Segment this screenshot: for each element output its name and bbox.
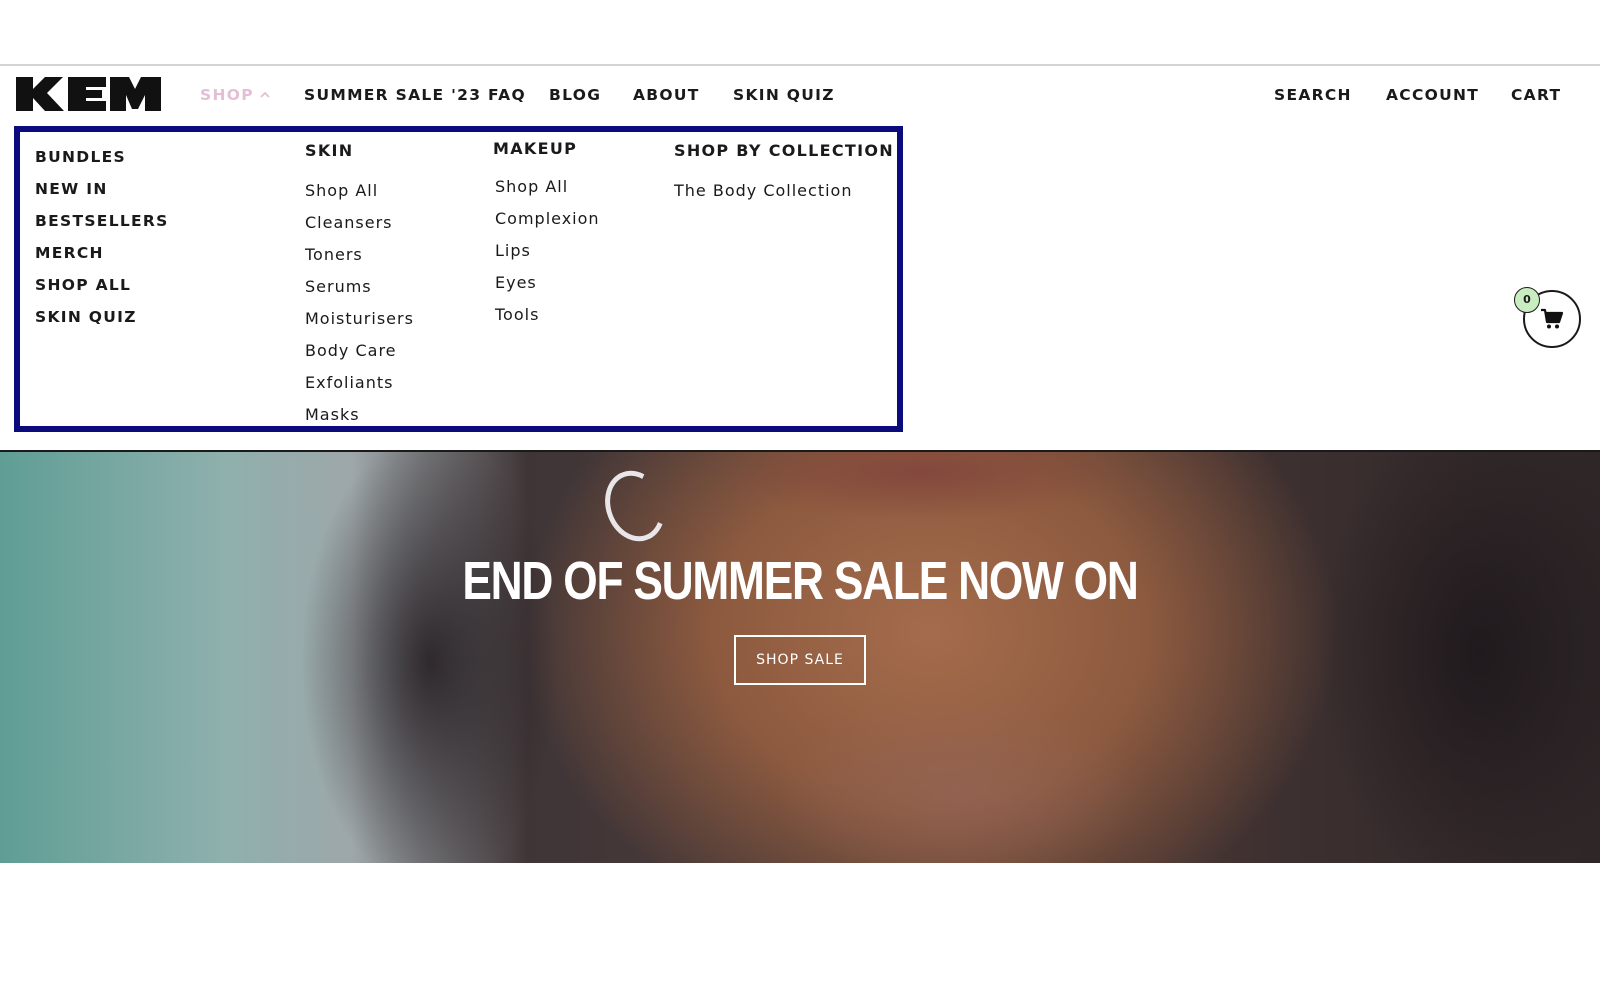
menu-link-shop-all[interactable]: SHOP ALL — [35, 274, 169, 306]
hero-banner: END OF SUMMER SALE NOW ON SHOP SALE — [0, 452, 1600, 863]
collection-column: SHOP BY COLLECTION The Body Collection — [674, 140, 894, 212]
skin-heading: SKIN — [305, 141, 354, 160]
skin-link-serums[interactable]: Serums — [305, 276, 414, 308]
hero-photo-earring — [595, 462, 675, 550]
nav-blog[interactable]: BLOG — [549, 83, 601, 107]
skin-link-exfoliants[interactable]: Exfoliants — [305, 372, 414, 404]
skin-link-moisturisers[interactable]: Moisturisers — [305, 308, 414, 340]
menu-link-skin-quiz[interactable]: SKIN QUIZ — [35, 306, 169, 338]
makeup-link-lips[interactable]: Lips — [495, 240, 600, 272]
skin-link-masks[interactable]: Masks — [305, 404, 414, 436]
cart-icon — [1541, 308, 1564, 329]
nav-about[interactable]: ABOUT — [633, 83, 700, 107]
nav-search[interactable]: SEARCH — [1274, 83, 1352, 107]
nav-skin-quiz[interactable]: SKIN QUIZ — [733, 83, 835, 107]
hero-photo-shade-left — [300, 452, 560, 863]
kem-logo[interactable] — [16, 77, 161, 111]
menu-link-bestsellers[interactable]: BESTSELLERS — [35, 210, 169, 242]
skin-link-body-care[interactable]: Body Care — [305, 340, 414, 372]
skin-link-shop-all[interactable]: Shop All — [305, 180, 414, 212]
nav-summer-sale-faq[interactable]: SUMMER SALE '23 FAQ — [304, 83, 526, 107]
collection-heading: SHOP BY COLLECTION — [674, 141, 894, 160]
hero-photo-shade-right — [1320, 452, 1600, 863]
hero-title: END OF SUMMER SALE NOW ON — [462, 551, 1139, 611]
nav-shop[interactable]: SHOP — [200, 83, 270, 107]
makeup-heading: MAKEUP — [493, 139, 578, 158]
cart-count-badge: 0 — [1514, 287, 1540, 313]
shop-sale-button[interactable]: SHOP SALE — [734, 635, 866, 685]
skin-link-cleansers[interactable]: Cleansers — [305, 212, 414, 244]
header-top-divider — [0, 64, 1600, 66]
makeup-column: MAKEUP Shop All Complexion Lips Eyes Too… — [493, 138, 600, 336]
skin-column: SKIN Shop All Cleansers Toners Serums Mo… — [305, 140, 414, 436]
nav-shop-label: SHOP — [200, 86, 254, 104]
menu-link-merch[interactable]: MERCH — [35, 242, 169, 274]
makeup-link-complexion[interactable]: Complexion — [495, 208, 600, 240]
nav-account[interactable]: ACCOUNT — [1386, 83, 1479, 107]
primary-links-column: BUNDLES NEW IN BESTSELLERS MERCH SHOP AL… — [35, 146, 169, 338]
makeup-link-tools[interactable]: Tools — [495, 304, 600, 336]
makeup-link-shop-all[interactable]: Shop All — [495, 176, 600, 208]
collection-link-body-collection[interactable]: The Body Collection — [674, 180, 894, 212]
shop-mega-menu: BUNDLES NEW IN BESTSELLERS MERCH SHOP AL… — [14, 126, 903, 432]
nav-cart[interactable]: CART — [1511, 83, 1561, 107]
skin-link-toners[interactable]: Toners — [305, 244, 414, 276]
chevron-up-icon — [260, 91, 270, 98]
menu-link-new-in[interactable]: NEW IN — [35, 178, 169, 210]
makeup-link-eyes[interactable]: Eyes — [495, 272, 600, 304]
menu-link-bundles[interactable]: BUNDLES — [35, 146, 169, 178]
